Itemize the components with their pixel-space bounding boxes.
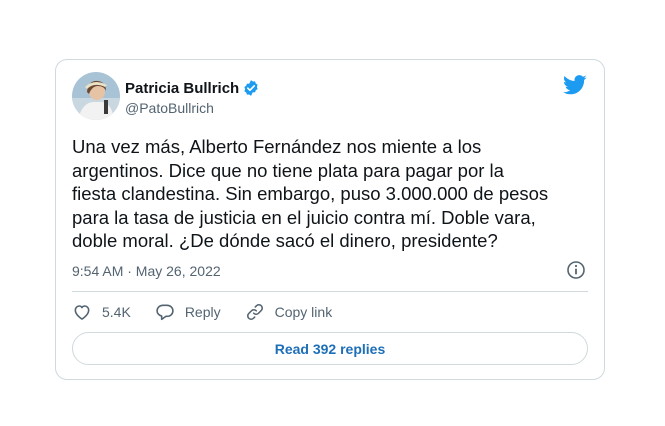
tweet-actions: 5.4K Reply Copy link xyxy=(72,301,356,323)
heart-icon xyxy=(74,305,90,320)
tweet-timestamp[interactable]: 9:54 AM · May 26, 2022 xyxy=(72,263,221,279)
author-name-row[interactable]: Patricia Bullrich xyxy=(125,79,260,97)
like-count: 5.4K xyxy=(102,304,131,320)
avatar[interactable] xyxy=(72,72,120,120)
reply-button[interactable]: Reply xyxy=(155,302,221,322)
author-name[interactable]: Patricia Bullrich xyxy=(125,80,239,97)
reply-bubble-icon xyxy=(156,304,174,321)
info-icon[interactable] xyxy=(566,260,586,280)
link-icon xyxy=(246,304,263,320)
read-replies-button[interactable]: Read 392 replies xyxy=(72,332,588,365)
tweet-text: Una vez más, Alberto Fernández nos mient… xyxy=(72,136,549,251)
author-handle[interactable]: @PatoBullrich xyxy=(125,100,214,116)
embedded-tweet-card: Patricia Bullrich @PatoBullrich Una vez … xyxy=(55,59,605,380)
like-button[interactable]: 5.4K xyxy=(72,302,131,322)
copy-link-label: Copy link xyxy=(274,304,333,320)
divider xyxy=(72,291,588,292)
twitter-bird-icon[interactable] xyxy=(563,75,587,95)
copy-link-button[interactable]: Copy link xyxy=(245,302,333,322)
verified-badge-icon xyxy=(242,79,260,97)
reply-label: Reply xyxy=(184,304,221,320)
